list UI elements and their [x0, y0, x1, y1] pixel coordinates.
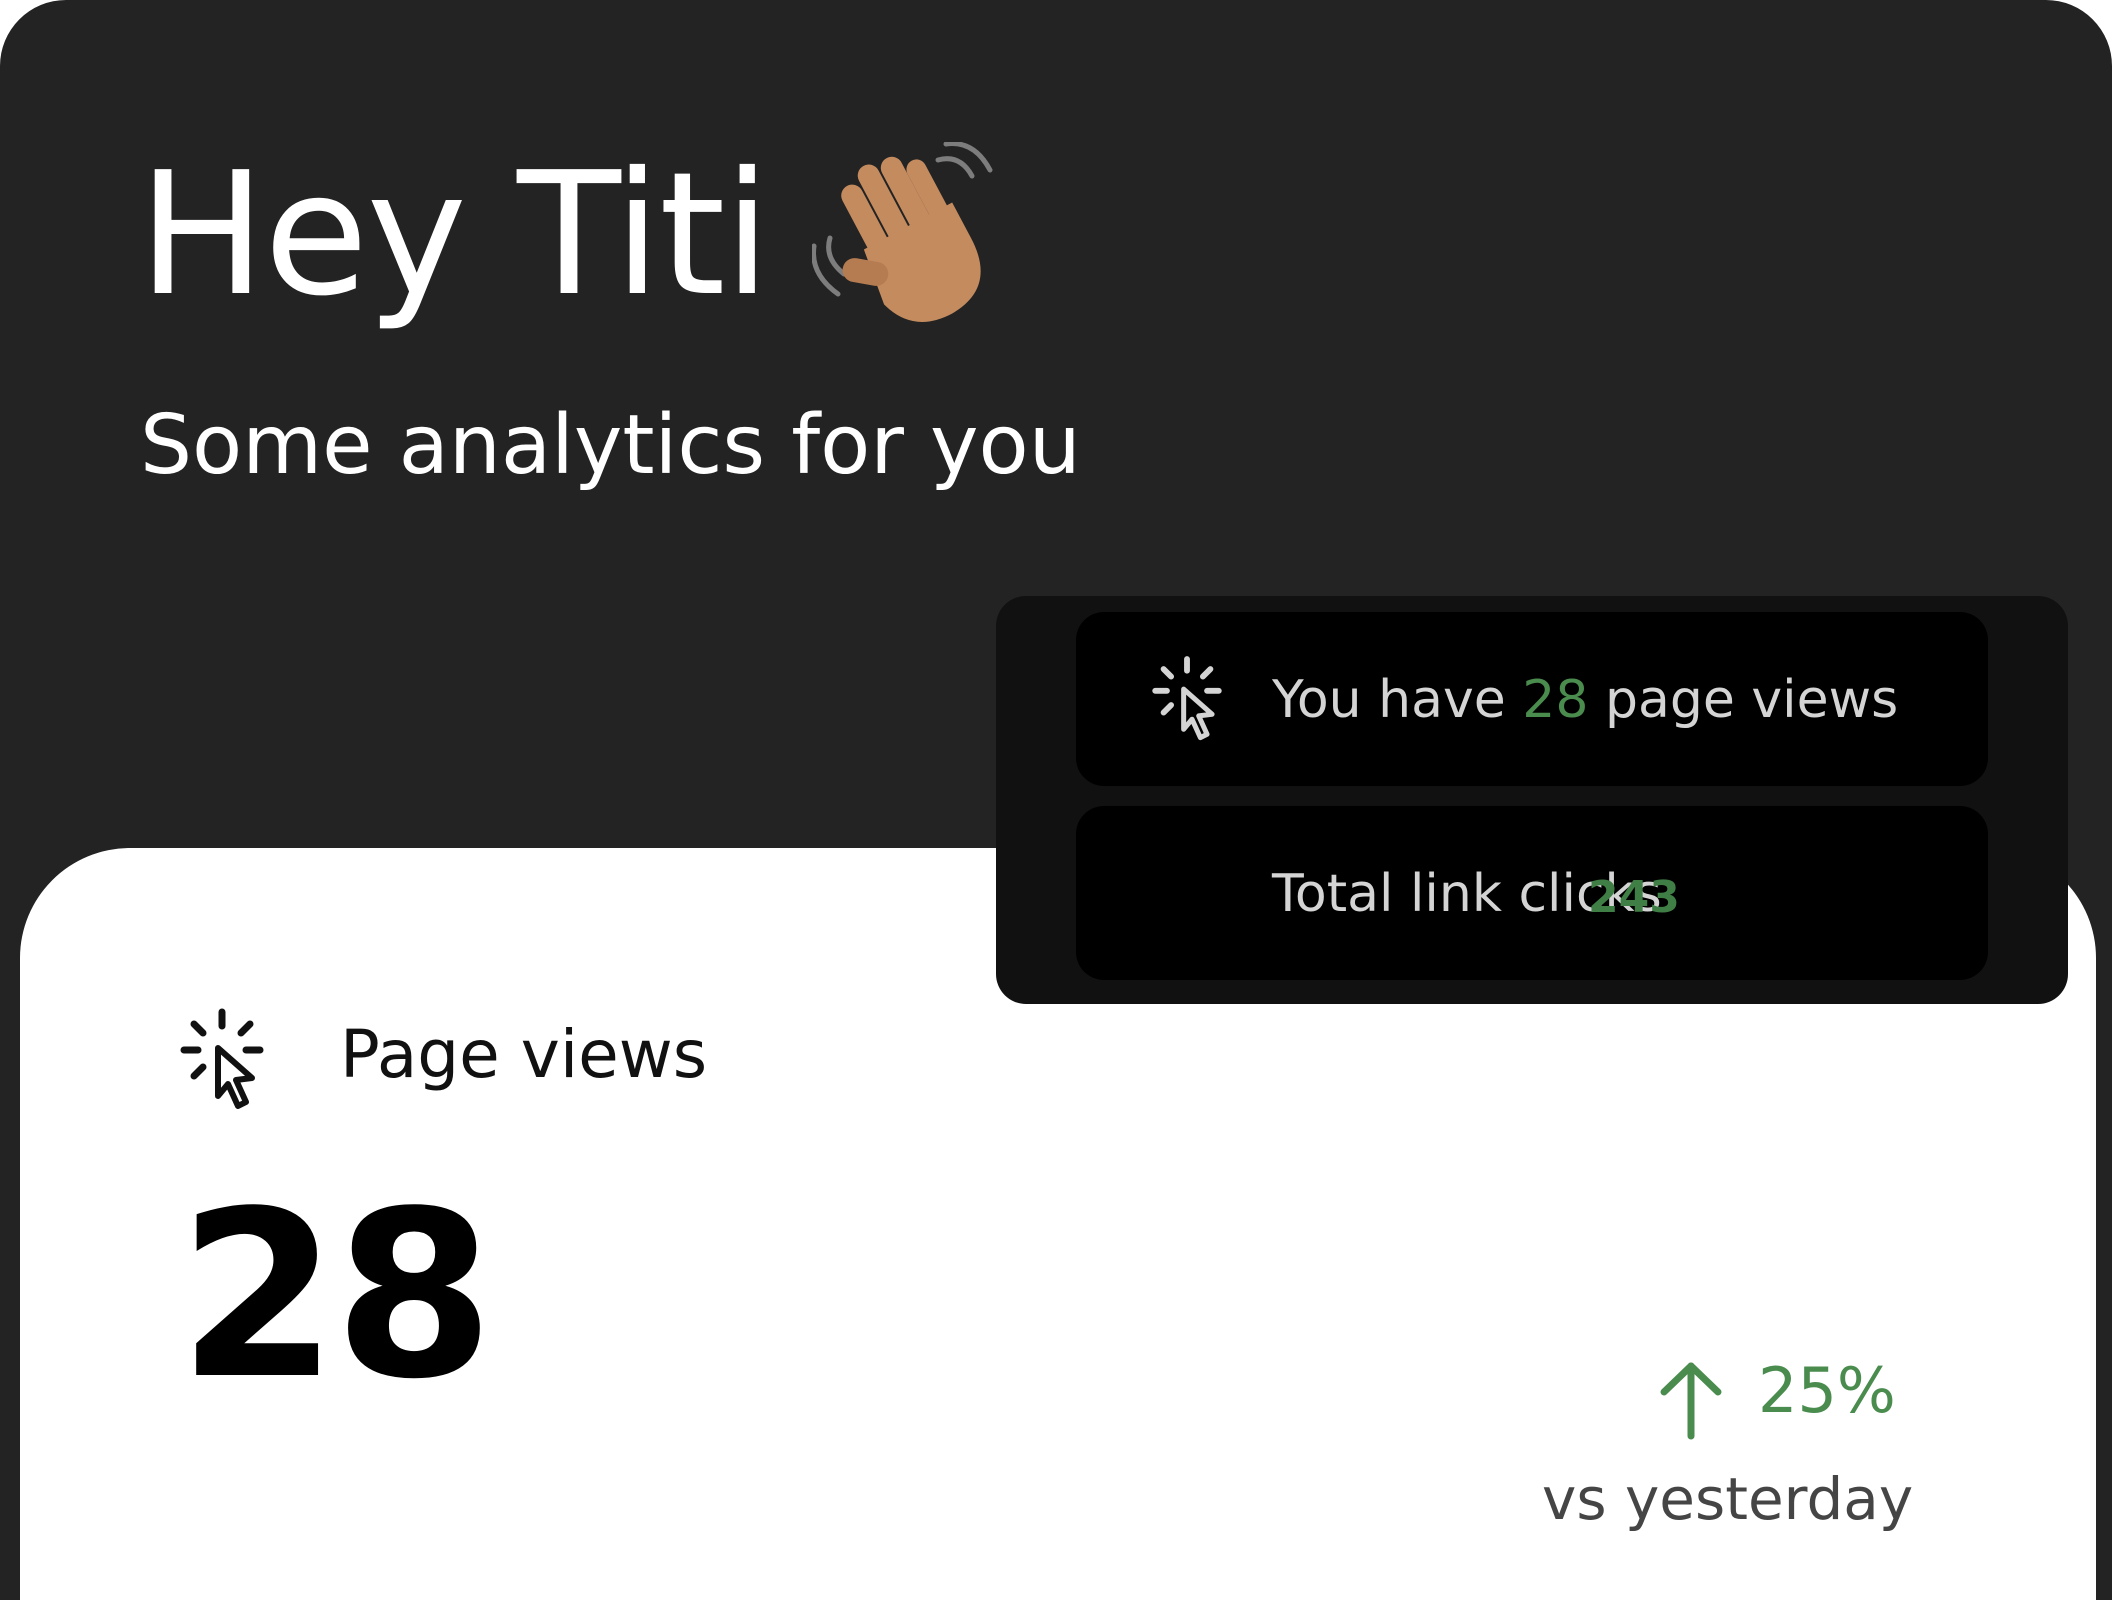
page-subtitle: Some analytics for you	[140, 398, 1081, 493]
trend-percent: 25%	[1758, 1354, 1896, 1427]
waving-hand-icon	[812, 142, 993, 322]
trend-comparison: vs yesterday	[1542, 1465, 1914, 1533]
page-views-summary-count: 28	[1522, 670, 1589, 730]
link-clicks-count: 243	[1588, 872, 1680, 923]
analytics-card: Hey Titi Some analytics for you Page vie…	[0, 0, 2112, 1600]
page-views-summary-text: You have 28 page views	[1272, 674, 1898, 726]
greeting-title: Hey Titi	[138, 136, 771, 334]
page-views-summary-prefix: You have	[1272, 670, 1523, 730]
page-views-summary-row[interactable]: You have 28 page views	[1076, 612, 1988, 786]
cursor-click-icon	[1152, 656, 1222, 741]
arrow-up-icon	[1660, 1362, 1722, 1440]
link-clicks-summary-row[interactable]: Total link clicks 243	[1076, 806, 1988, 980]
page-views-label: Page views	[340, 1016, 708, 1093]
summary-popup: You have 28 page views Total link clicks…	[996, 596, 2068, 1004]
cursor-click-icon	[180, 1008, 264, 1109]
page-views-summary-suffix: page views	[1588, 670, 1899, 730]
page-views-value: 28	[178, 1163, 494, 1430]
